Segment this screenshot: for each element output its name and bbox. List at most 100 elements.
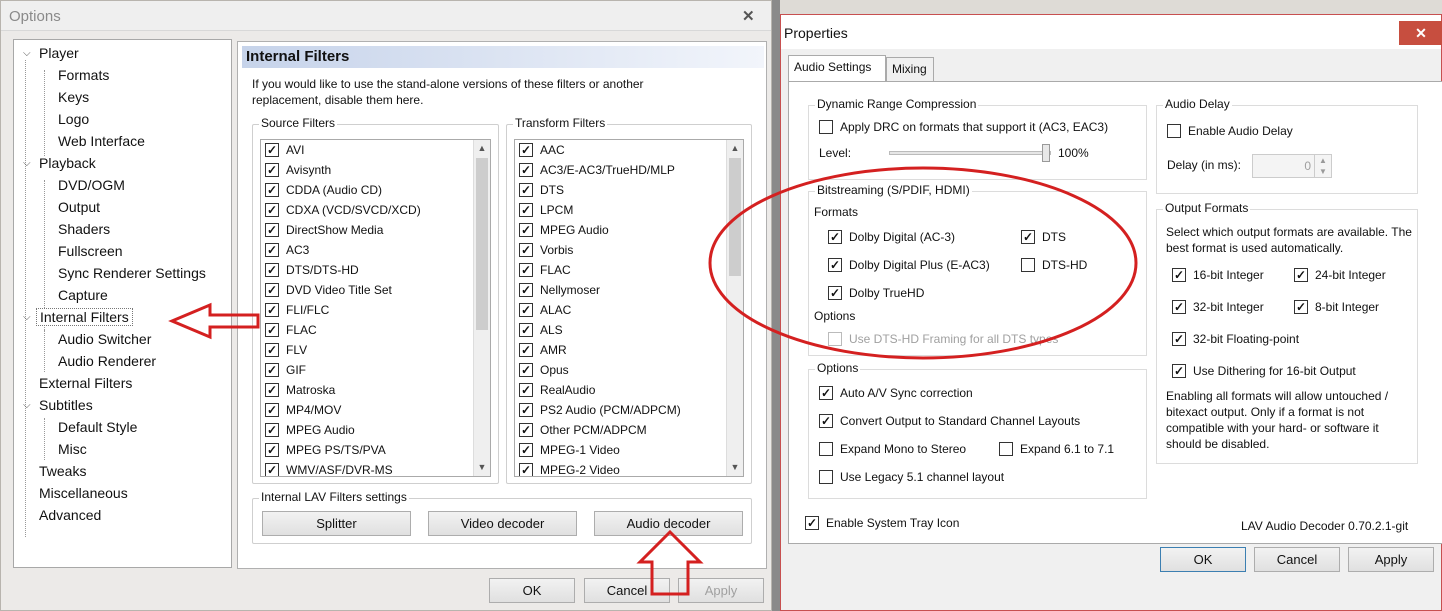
options-apply-button[interactable]: Apply [678,578,764,603]
source-filters-list[interactable]: ▲ ▼ ✓ AVI ✓ Avisynth ✓ CDDA (Audio CD) ✓ CDXA (V… [260,139,491,477]
source-filter-item[interactable]: ✓ FLI/FLC [265,300,329,320]
properties-close-icon[interactable]: ✕ [1399,21,1442,45]
tree-logo[interactable]: Logo [58,109,89,130]
source-filter-item[interactable]: ✓ GIF [265,360,306,380]
source-filter-item[interactable]: ✓ DTS/DTS-HD [265,260,359,280]
tree-default-style[interactable]: Default Style [58,417,137,438]
check-icon[interactable]: ✓ [519,202,533,217]
tree-playback[interactable]: ⌵ Playback [23,153,96,174]
dts-hd-framing-checkbox[interactable]: Use DTS-HD Framing for all DTS types [828,331,1058,347]
check-icon[interactable]: ✓ [265,222,279,237]
source-filter-item[interactable]: ✓ MP4/MOV [265,400,341,420]
tree-tweaks[interactable]: Tweaks [39,461,86,482]
check-icon[interactable]: ✓ [265,402,279,417]
check-icon[interactable]: ✓ [519,302,533,317]
source-filter-item[interactable]: ✓ MPEG Audio [265,420,355,440]
check-icon[interactable]: ✓ [519,442,533,457]
check-icon[interactable]: ✓ [519,402,533,417]
tree-audio-switcher[interactable]: Audio Switcher [58,329,151,350]
check-icon[interactable]: ✓ [519,422,533,437]
av-sync-checkbox[interactable]: ✓ Auto A/V Sync correction [819,385,973,401]
int8-checkbox[interactable]: ✓ 8-bit Integer [1294,299,1379,315]
dolby-truehd-checkbox[interactable]: ✓ Dolby TrueHD [828,285,924,301]
transform-filter-item[interactable]: ✓ RealAudio [519,380,595,400]
tree-subtitles[interactable]: ⌵ Subtitles [23,395,93,416]
tree-formats[interactable]: Formats [58,65,109,86]
transform-filter-item[interactable]: ✓ MPEG Audio [519,220,609,240]
properties-ok-button[interactable]: OK [1160,547,1246,572]
source-filter-item[interactable]: ✓ CDXA (VCD/SVCD/XCD) [265,200,421,220]
check-icon[interactable]: ✓ [265,202,279,217]
scroll-thumb[interactable] [729,158,741,276]
options-cancel-button[interactable]: Cancel [584,578,670,603]
check-icon[interactable]: ✓ [519,322,533,337]
transform-filter-item[interactable]: ✓ Nellymoser [519,280,600,300]
tree-advanced[interactable]: Advanced [39,505,101,526]
check-icon[interactable]: ✓ [265,302,279,317]
check-icon[interactable]: ✓ [265,242,279,257]
properties-cancel-button[interactable]: Cancel [1254,547,1340,572]
system-tray-checkbox[interactable]: ✓ Enable System Tray Icon [805,515,959,531]
check-icon[interactable]: ✓ [519,362,533,377]
source-filter-item[interactable]: ✓ CDDA (Audio CD) [265,180,382,200]
source-filter-item[interactable]: ✓ DirectShow Media [265,220,383,240]
options-titlebar[interactable]: Options ✕ [1,1,771,31]
tree-capture[interactable]: Capture [58,285,108,306]
tab-mixing[interactable]: Mixing [886,57,934,81]
check-icon[interactable]: ✓ [265,162,279,177]
transform-filter-item[interactable]: ✓ DTS [519,180,564,200]
tree-miscellaneous[interactable]: Miscellaneous [39,483,128,504]
transform-filters-list[interactable]: ▲ ▼ ✓ AAC ✓ AC3/E-AC3/TrueHD/MLP ✓ DTS ✓ LPCM ✓ MP… [514,139,744,477]
audio-decoder-button[interactable]: Audio decoder [594,511,743,536]
source-filter-item[interactable]: ✓ Matroska [265,380,335,400]
check-icon[interactable]: ✓ [265,462,279,476]
tree-sync-renderer[interactable]: Sync Renderer Settings [58,263,206,284]
expand-61-checkbox[interactable]: Expand 6.1 to 7.1 [999,441,1114,457]
properties-titlebar[interactable]: Properties [781,15,1441,49]
source-filter-item[interactable]: ✓ MPEG PS/TS/PVA [265,440,386,460]
scroll-up-icon[interactable]: ▲ [727,140,743,157]
scroll-thumb[interactable] [476,158,488,330]
dts-checkbox[interactable]: ✓ DTS [1021,229,1066,245]
check-icon[interactable]: ✓ [265,322,279,337]
int16-checkbox[interactable]: ✓ 16-bit Integer [1172,267,1264,283]
check-icon[interactable]: ✓ [519,242,533,257]
source-filter-item[interactable]: ✓ AC3 [265,240,309,260]
transform-scrollbar[interactable]: ▲ ▼ [726,140,743,476]
delay-input[interactable]: 0 ▲ ▼ [1252,154,1332,178]
check-icon[interactable]: ✓ [519,382,533,397]
check-icon[interactable]: ✓ [519,262,533,277]
properties-apply-button[interactable]: Apply [1348,547,1434,572]
check-icon[interactable]: ✓ [265,422,279,437]
check-icon[interactable]: ✓ [519,222,533,237]
transform-filter-item[interactable]: ✓ LPCM [519,200,573,220]
check-icon[interactable]: ✓ [265,442,279,457]
check-icon[interactable]: ✓ [265,262,279,277]
transform-filter-item[interactable]: ✓ MPEG-1 Video [519,440,620,460]
check-icon[interactable]: ✓ [265,342,279,357]
check-icon[interactable]: ✓ [519,142,533,157]
transform-filter-item[interactable]: ✓ MPEG-2 Video [519,460,620,476]
float32-checkbox[interactable]: ✓ 32-bit Floating-point [1172,331,1299,347]
expand-mono-checkbox[interactable]: Expand Mono to Stereo [819,441,966,457]
transform-filter-item[interactable]: ✓ Vorbis [519,240,573,260]
int24-checkbox[interactable]: ✓ 24-bit Integer [1294,267,1386,283]
legacy-51-checkbox[interactable]: Use Legacy 5.1 channel layout [819,469,1004,485]
level-slider-thumb[interactable] [1042,144,1050,162]
check-icon[interactable]: ✓ [265,382,279,397]
enable-audio-delay-checkbox[interactable]: Enable Audio Delay [1167,123,1293,139]
tree-shaders[interactable]: Shaders [58,219,110,240]
tree-fullscreen[interactable]: Fullscreen [58,241,123,262]
check-icon[interactable]: ✓ [519,282,533,297]
transform-filter-item[interactable]: ✓ ALAC [519,300,571,320]
options-close-icon[interactable]: ✕ [742,7,755,25]
transform-filter-item[interactable]: ✓ PS2 Audio (PCM/ADPCM) [519,400,681,420]
source-scrollbar[interactable]: ▲ ▼ [473,140,490,476]
check-icon[interactable]: ✓ [265,362,279,377]
delay-spinner-icon[interactable]: ▲ ▼ [1314,155,1331,177]
transform-filter-item[interactable]: ✓ AAC [519,140,565,160]
scroll-up-icon[interactable]: ▲ [474,140,490,157]
video-decoder-button[interactable]: Video decoder [428,511,577,536]
tree-dvd-ogm[interactable]: DVD/OGM [58,175,125,196]
int32-checkbox[interactable]: ✓ 32-bit Integer [1172,299,1264,315]
